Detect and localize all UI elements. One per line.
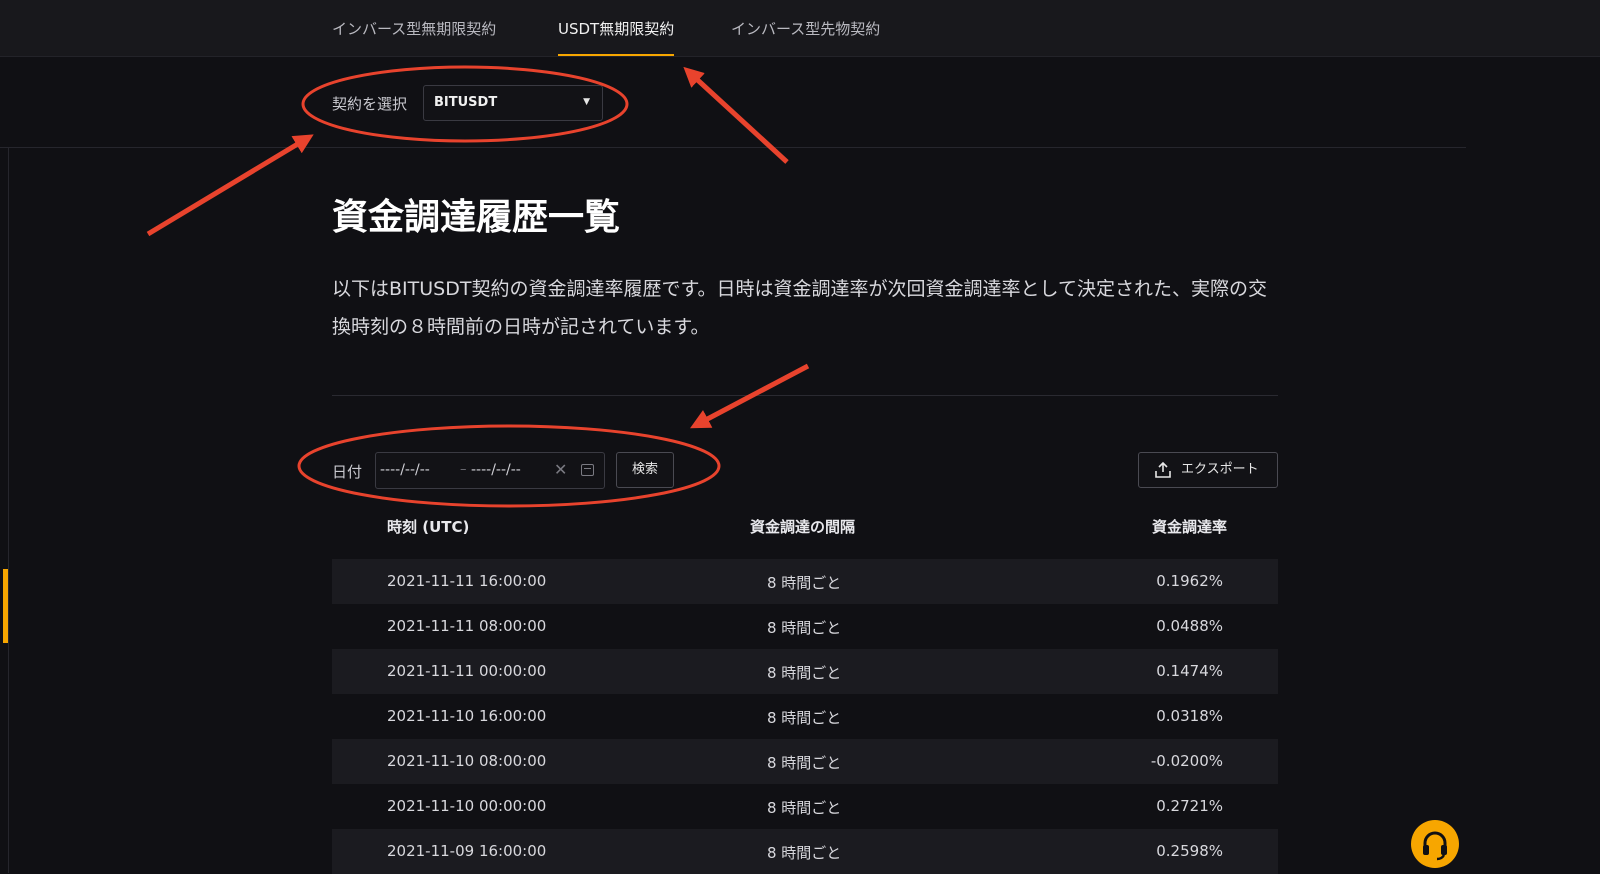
contract-select-label: 契約を選択 — [332, 95, 408, 113]
arrow-to-contract-select — [146, 134, 314, 237]
tab-usdt-perpetual[interactable]: USDT無期限契約 — [558, 0, 675, 56]
contract-select[interactable]: BITUSDT ▼ — [423, 85, 603, 121]
rate-cell: 0.0318% — [1156, 707, 1223, 725]
time-cell: 2021-11-09 16:00:00 — [387, 842, 547, 860]
time-cell: 2021-11-11 16:00:00 — [387, 572, 547, 590]
rate-cell: -0.0200% — [1150, 752, 1223, 770]
rate-cell: 0.2598% — [1156, 842, 1223, 860]
export-button[interactable]: エクスポート — [1138, 452, 1278, 488]
arrow-to-usdt-tab — [683, 66, 789, 164]
table-row: 2021-11-11 00:00:00 8 時間ごと 0.1474% — [332, 649, 1278, 694]
table-row: 2021-11-11 08:00:00 8 時間ごと 0.0488% — [332, 604, 1278, 649]
contract-select-value: BITUSDT — [434, 95, 498, 110]
column-header-rate: 資金調達率 — [1151, 518, 1227, 536]
left-rail — [8, 148, 9, 873]
rate-cell: 0.0488% — [1156, 617, 1223, 635]
export-icon — [1155, 461, 1171, 478]
rate-cell: 0.1474% — [1156, 662, 1223, 680]
time-cell: 2021-11-10 08:00:00 — [387, 752, 547, 770]
table-row: 2021-11-11 16:00:00 8 時間ごと 0.1962% — [332, 559, 1278, 604]
start-date-input[interactable]: ----/--/-- — [380, 462, 430, 478]
rate-cell: 0.2721% — [1156, 797, 1223, 815]
table-row: 2021-11-10 16:00:00 8 時間ごと 0.0318% — [332, 694, 1278, 739]
headset-icon — [1423, 831, 1447, 861]
interval-cell: 8 時間ごと — [767, 844, 842, 862]
date-filter-label: 日付 — [332, 463, 363, 481]
date-range-separator: – — [460, 462, 467, 477]
rate-cell: 0.1962% — [1156, 572, 1223, 590]
page-description: 以下はBITUSDT契約の資金調達率履歴です。日時は資金調達率が次回資金調達率と… — [332, 278, 1267, 338]
header-divider — [0, 147, 1466, 148]
time-cell: 2021-11-10 16:00:00 — [387, 707, 547, 725]
column-header-interval: 資金調達の間隔 — [750, 518, 856, 536]
interval-cell: 8 時間ごと — [767, 619, 842, 637]
time-cell: 2021-11-11 00:00:00 — [387, 662, 547, 680]
date-range-picker[interactable]: ----/--/-- – ----/--/-- ✕ — [375, 452, 605, 489]
time-cell: 2021-11-11 08:00:00 — [387, 617, 547, 635]
column-header-time: 時刻 (UTC) — [387, 518, 470, 536]
interval-cell: 8 時間ごと — [767, 754, 842, 772]
end-date-input[interactable]: ----/--/-- — [471, 462, 521, 478]
page-title: 資金調達履歴一覧 — [332, 197, 621, 238]
support-button[interactable] — [1411, 820, 1459, 868]
table-row: 2021-11-10 00:00:00 8 時間ごと 0.2721% — [332, 784, 1278, 829]
section-divider — [332, 395, 1278, 396]
interval-cell: 8 時間ごと — [767, 799, 842, 817]
export-label: エクスポート — [1181, 462, 1259, 477]
clear-icon[interactable]: ✕ — [554, 460, 567, 479]
calendar-icon[interactable] — [581, 464, 594, 476]
tab-inverse-perpetual[interactable]: インバース型無期限契約 — [332, 0, 496, 56]
left-rail-active-marker — [3, 569, 8, 643]
tab-usdt-perpetual-label: USDT無期限契約 — [558, 20, 675, 38]
table-row: 2021-11-09 16:00:00 8 時間ごと 0.2598% — [332, 829, 1278, 874]
tab-inverse-futures[interactable]: インバース型先物契約 — [731, 0, 880, 56]
top-tab-bar: インバース型無期限契約 USDT無期限契約 インバース型先物契約 — [0, 0, 1600, 57]
table-row: 2021-11-10 08:00:00 8 時間ごと -0.0200% — [332, 739, 1278, 784]
interval-cell: 8 時間ごと — [767, 574, 842, 592]
search-button[interactable]: 検索 — [616, 452, 674, 488]
caret-down-icon: ▼ — [583, 97, 590, 107]
time-cell: 2021-11-10 00:00:00 — [387, 797, 547, 815]
interval-cell: 8 時間ごと — [767, 709, 842, 727]
active-tab-indicator — [558, 54, 675, 56]
interval-cell: 8 時間ごと — [767, 664, 842, 682]
